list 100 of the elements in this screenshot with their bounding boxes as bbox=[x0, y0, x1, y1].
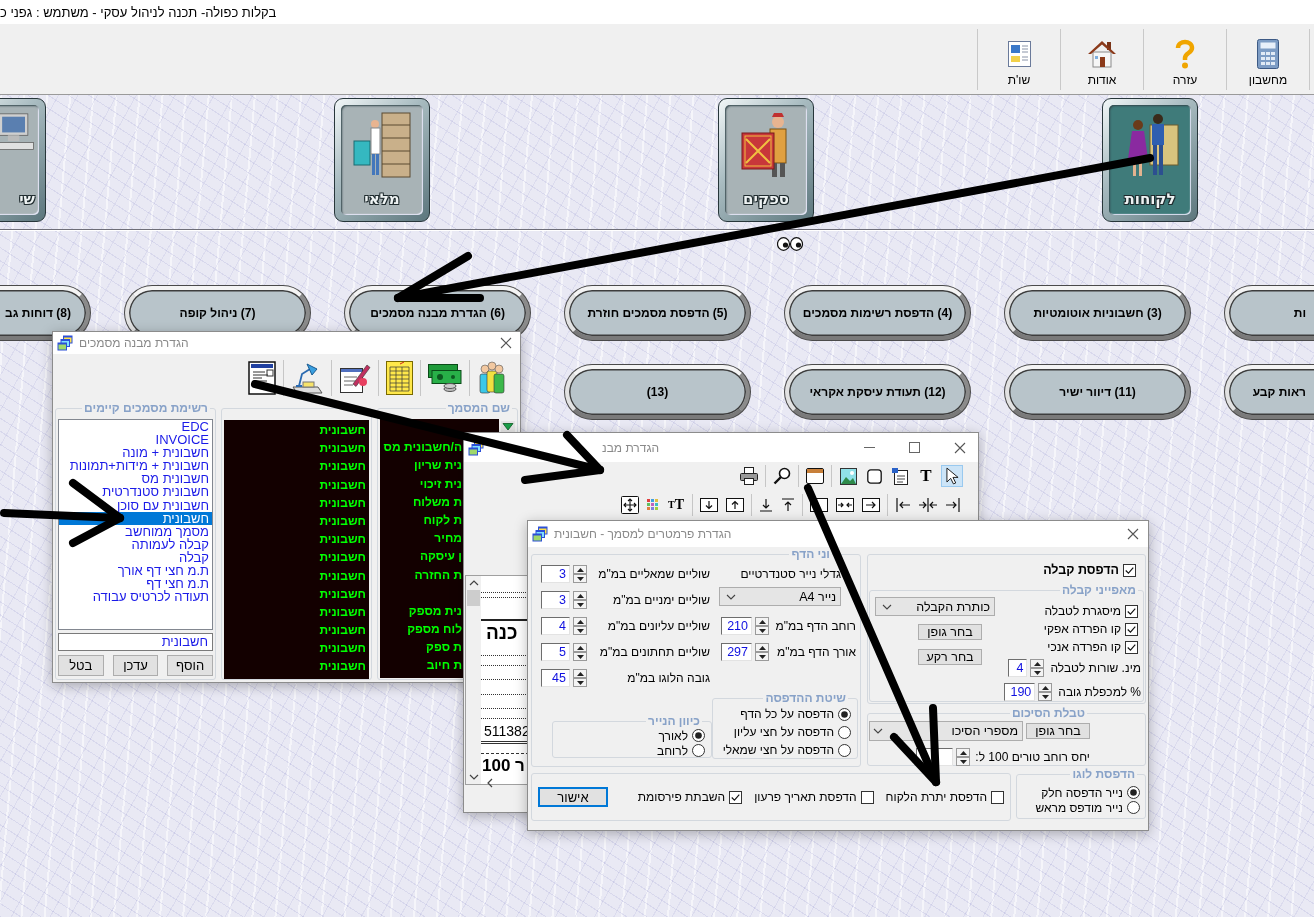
list-item[interactable]: קבלה bbox=[59, 550, 212, 565]
spin-up-button[interactable] bbox=[956, 748, 971, 757]
checkbox[interactable] bbox=[1125, 604, 1138, 618]
menu-button[interactable]: (4) הדפסת רשימות מסמכים bbox=[785, 286, 970, 340]
checkbox[interactable] bbox=[860, 790, 874, 804]
spin-up-button[interactable] bbox=[573, 591, 587, 600]
list-item[interactable]: חשבונית bbox=[224, 493, 369, 512]
radio-button[interactable] bbox=[1127, 801, 1140, 814]
spin-down-button[interactable] bbox=[573, 678, 587, 687]
menu-button[interactable]: (3) חשבוניות אוטומטיות bbox=[1005, 286, 1190, 340]
spin-down-button[interactable] bbox=[956, 757, 971, 766]
number-field[interactable]: 3 bbox=[541, 591, 570, 609]
radio-label[interactable]: לרוחב bbox=[657, 743, 688, 758]
list-item[interactable]: חשבונית bbox=[224, 639, 369, 658]
menu-button[interactable]: (13) bbox=[565, 365, 750, 419]
list-item[interactable]: ת.מ חצי דף bbox=[59, 577, 212, 591]
radio-button[interactable] bbox=[838, 743, 851, 757]
tool-button[interactable]: T bbox=[915, 465, 937, 487]
list-item[interactable]: חשבונית bbox=[224, 621, 369, 640]
list-item[interactable]: חשבונית + מידות+תמונות bbox=[59, 459, 212, 473]
chevron-left-icon[interactable] bbox=[487, 778, 493, 788]
box-arrows-inward-icon[interactable] bbox=[836, 498, 854, 512]
spin-up-button[interactable] bbox=[573, 669, 587, 678]
list-item[interactable]: חשבונית מס bbox=[59, 472, 212, 486]
number-field[interactable]: 297 bbox=[721, 643, 752, 661]
spin-up-button[interactable] bbox=[573, 565, 587, 574]
list-item[interactable]: חשבונית bbox=[224, 530, 369, 549]
number-field[interactable]: 210 bbox=[721, 617, 752, 635]
radio-label[interactable]: הדפסה על חצי עליון bbox=[733, 725, 834, 739]
desk-lamp-icon[interactable] bbox=[291, 361, 324, 394]
people-icon[interactable] bbox=[477, 360, 505, 395]
checkbox-label[interactable]: קו הפרדה אנכי bbox=[1047, 640, 1121, 654]
list-item[interactable]: חשבונית עם סוכן bbox=[59, 498, 212, 512]
list-item[interactable]: חשבונית סטנדרטית bbox=[59, 485, 212, 499]
radio-label[interactable]: הדפסה על כל הדף bbox=[740, 707, 834, 721]
checkbox-label[interactable]: הדפסת יתרת הלקוח bbox=[885, 790, 987, 804]
spin-down-button[interactable] bbox=[573, 574, 587, 583]
choose-background-button[interactable]: בחר רקע bbox=[918, 649, 982, 665]
list-item[interactable]: חשבונית + מונה bbox=[59, 446, 212, 460]
arrow-left-to-line-icon[interactable] bbox=[895, 497, 911, 513]
arrow-down-to-line-icon[interactable] bbox=[759, 498, 773, 512]
checkbox-label[interactable]: הדפסת קבלה bbox=[1043, 563, 1119, 577]
spin-down-button[interactable] bbox=[573, 626, 587, 635]
printer-icon[interactable] bbox=[740, 467, 758, 485]
checkbox-label[interactable]: קו הפרדה אפקי bbox=[1043, 622, 1121, 636]
menu-button[interactable]: ות bbox=[1225, 286, 1314, 340]
chevron-down-icon[interactable] bbox=[468, 774, 479, 780]
menu-button[interactable]: (12) תעודת עיסקת אקראי bbox=[785, 365, 970, 419]
spin-up-button[interactable] bbox=[573, 617, 587, 626]
arrows-to-line-icon[interactable] bbox=[919, 497, 937, 513]
checkbox[interactable] bbox=[1125, 640, 1138, 654]
spin-up-button[interactable] bbox=[755, 643, 769, 652]
number-field[interactable]: 45 bbox=[541, 669, 570, 687]
checkbox-label[interactable]: השבתת פירסומת bbox=[637, 790, 726, 804]
arrow-right-to-line-icon[interactable] bbox=[945, 497, 961, 513]
radio-button[interactable] bbox=[692, 729, 705, 742]
toolbar-button[interactable]: שו'ת bbox=[977, 29, 1060, 90]
four-arrows-icon[interactable] bbox=[621, 496, 639, 514]
radio-button[interactable] bbox=[1127, 786, 1140, 799]
spin-up-button[interactable] bbox=[1038, 683, 1053, 692]
number-field[interactable]: 5 bbox=[541, 643, 570, 661]
spin-down-button[interactable] bbox=[573, 600, 587, 609]
box-arrow-down-icon[interactable] bbox=[700, 498, 718, 512]
spin-down-button[interactable] bbox=[1038, 692, 1053, 701]
spin-down-button[interactable] bbox=[755, 626, 769, 635]
radio-label[interactable]: הדפסה על חצי שמאלי bbox=[722, 743, 834, 757]
list-item[interactable]: חשבונית bbox=[224, 548, 369, 567]
list-item[interactable]: חשבונית bbox=[224, 602, 369, 622]
checkbox[interactable] bbox=[1125, 622, 1138, 636]
menu-button[interactable]: (11) דיוור ישיר bbox=[1005, 365, 1190, 419]
name-field[interactable]: חשבונית bbox=[58, 633, 213, 651]
tool-button[interactable] bbox=[837, 465, 859, 487]
arrow-up-to-line-icon[interactable] bbox=[781, 498, 795, 512]
tool-button[interactable] bbox=[941, 465, 963, 487]
list-item[interactable]: EDC bbox=[59, 420, 212, 434]
down-triangle-icon[interactable] bbox=[501, 421, 515, 432]
add-button[interactable]: הוסף bbox=[167, 655, 213, 676]
window-frame-icon[interactable] bbox=[806, 468, 824, 484]
checkbox[interactable] bbox=[991, 790, 1004, 804]
list-item[interactable]: חשבונית bbox=[224, 584, 369, 603]
checkbox[interactable] bbox=[729, 790, 743, 804]
spin-up-button[interactable] bbox=[573, 643, 587, 652]
dropdown[interactable]: כותרת הקבלה bbox=[875, 597, 995, 616]
checkbox-label[interactable]: מיסגרת לטבלה bbox=[1044, 604, 1121, 618]
checkbox-label[interactable]: הדפסת תאריך פרעון bbox=[754, 790, 857, 804]
list-item[interactable]: INVOICE bbox=[59, 433, 212, 447]
list-item[interactable]: תעודה לכרטיס עבודה bbox=[59, 590, 212, 604]
ok-button[interactable]: אישור bbox=[538, 787, 608, 807]
magnifier-icon[interactable] bbox=[773, 467, 791, 485]
list-item[interactable]: קבלה לעמותה bbox=[59, 537, 212, 551]
list-item[interactable]: ת.מ חצי דף אורך bbox=[59, 564, 212, 578]
close-icon[interactable] bbox=[500, 337, 512, 349]
spreadsheet-icon[interactable] bbox=[386, 360, 413, 395]
toolbar-button[interactable]: עזרה bbox=[1143, 29, 1226, 90]
number-field[interactable]: 3 bbox=[541, 565, 570, 583]
list-item[interactable]: חשבונית bbox=[224, 439, 369, 458]
spin-up-button[interactable] bbox=[1030, 659, 1045, 668]
radio-button[interactable] bbox=[838, 725, 851, 739]
toolbar-button[interactable]: מחשבון bbox=[1226, 29, 1309, 90]
menu-button[interactable]: (5) הדפסת מסמכים חוזרת bbox=[565, 286, 750, 340]
